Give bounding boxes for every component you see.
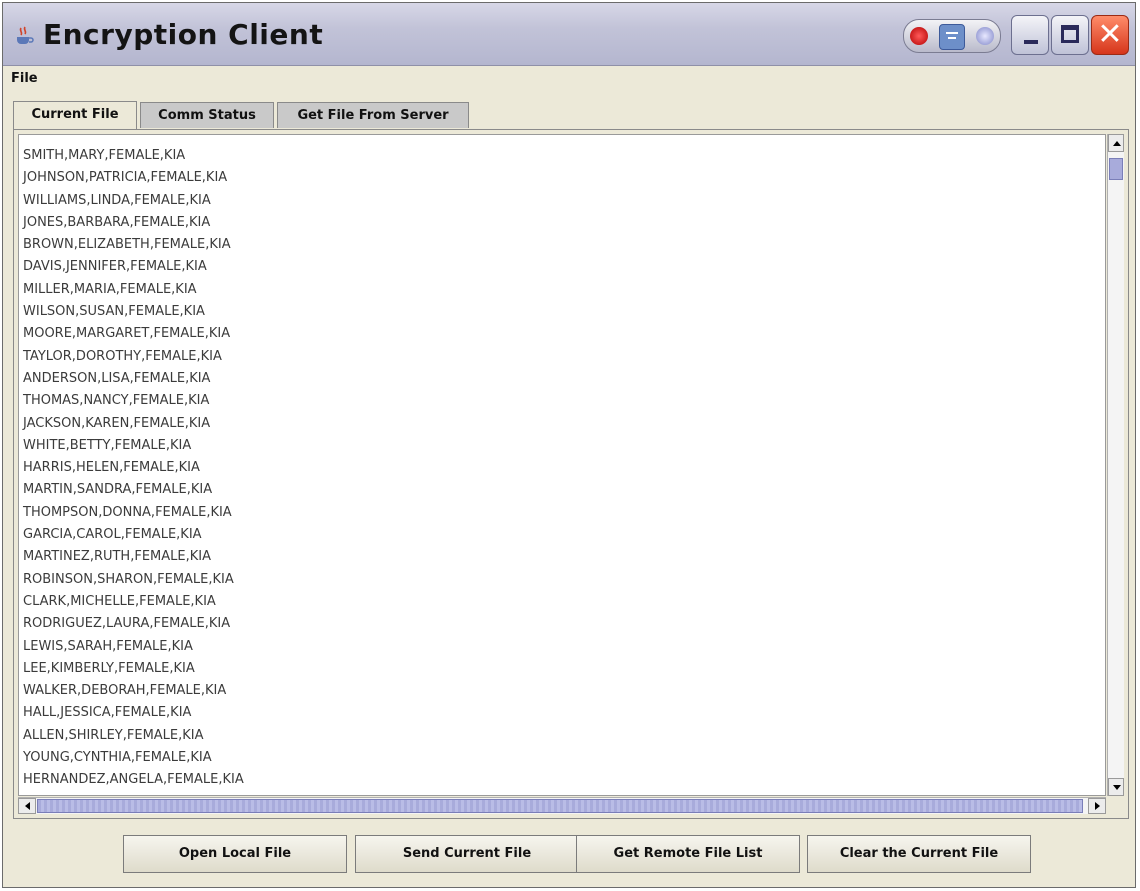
scroll-up-icon[interactable]: [1108, 134, 1124, 152]
file-line: WILSON,SUSAN,FEMALE,KIA: [23, 304, 205, 320]
window-title: Encryption Client: [43, 18, 324, 51]
file-line: WHITE,BETTY,FEMALE,KIA: [23, 437, 192, 453]
title-bar[interactable]: Encryption Client ✕: [3, 3, 1135, 66]
file-line: DAVIS,JENNIFER,FEMALE,KIA: [23, 259, 207, 275]
app-window: Encryption Client ✕ File Current File Co…: [2, 2, 1136, 888]
scroll-left-icon[interactable]: [18, 798, 36, 814]
horizontal-scroll-thumb[interactable]: [37, 799, 1083, 813]
file-line: CLARK,MICHELLE,FEMALE,KIA: [23, 593, 216, 609]
file-line: THOMAS,NANCY,FEMALE,KIA: [23, 393, 210, 409]
file-line: MARTINEZ,RUTH,FEMALE,KIA: [23, 549, 211, 565]
file-line: TAYLOR,DOROTHY,FEMALE,KIA: [23, 348, 222, 364]
file-line: YOUNG,CYNTHIA,FEMALE,KIA: [23, 750, 212, 766]
action-button-bar: Open Local File Send Current File Get Re…: [3, 825, 1135, 875]
scroll-down-icon[interactable]: [1108, 778, 1124, 796]
scroll-right-icon[interactable]: [1088, 798, 1106, 814]
toggle-icon: [976, 27, 994, 45]
menu-icon: [939, 24, 965, 50]
file-line: MOORE,MARGARET,FEMALE,KIA: [23, 326, 231, 342]
maximize-icon: [1061, 25, 1079, 43]
java-cup-icon: [17, 26, 34, 44]
file-line: JACKSON,KAREN,FEMALE,KIA: [23, 415, 211, 431]
file-line: ROBINSON,SHARON,FEMALE,KIA: [23, 571, 234, 587]
file-line: ALLEN,SHIRLEY,FEMALE,KIA: [23, 727, 204, 743]
close-button[interactable]: ✕: [1091, 15, 1129, 55]
minimize-button[interactable]: [1011, 15, 1049, 55]
file-line: HERNANDEZ,ANGELA,FEMALE,KIA: [23, 772, 244, 788]
file-line: RODRIGUEZ,LAURA,FEMALE,KIA: [23, 616, 231, 632]
maximize-button[interactable]: [1051, 15, 1089, 55]
horizontal-scrollbar[interactable]: [18, 797, 1106, 814]
tab-current-file[interactable]: Current File: [13, 101, 137, 129]
file-line: LEWIS,SARAH,FEMALE,KIA: [23, 638, 193, 654]
file-line: MARTIN,SANDRA,FEMALE,KIA: [23, 482, 213, 498]
send-current-file-button[interactable]: Send Current File: [355, 835, 579, 873]
vertical-scroll-thumb[interactable]: [1109, 158, 1123, 180]
tab-comm-status[interactable]: Comm Status: [140, 102, 274, 128]
file-line: JOHNSON,PATRICIA,FEMALE,KIA: [23, 170, 228, 186]
file-line: HARRIS,HELEN,FEMALE,KIA: [23, 460, 200, 476]
file-line: WILLIAMS,LINDA,FEMALE,KIA: [23, 192, 211, 208]
close-icon: ✕: [1097, 17, 1123, 52]
file-line: BROWN,ELIZABETH,FEMALE,KIA: [23, 237, 231, 253]
tab-get-file-from-server[interactable]: Get File From Server: [277, 102, 469, 128]
file-line: THOMPSON,DONNA,FEMALE,KIA: [23, 504, 232, 520]
file-line: GARCIA,CAROL,FEMALE,KIA: [23, 527, 202, 543]
file-line: HALL,JESSICA,FEMALE,KIA: [23, 705, 192, 721]
file-line: ANDERSON,LISA,FEMALE,KIA: [23, 370, 211, 386]
file-content-textarea[interactable]: SMITH,MARY,FEMALE,KIA JOHNSON,PATRICIA,FE…: [18, 134, 1106, 796]
file-line: SMITH,MARY,FEMALE,KIA: [23, 148, 186, 163]
file-lines: SMITH,MARY,FEMALE,KIA JOHNSON,PATRICIA,FE…: [23, 145, 244, 792]
minimize-icon: [1024, 40, 1038, 44]
clear-current-file-button[interactable]: Clear the Current File: [807, 835, 1031, 873]
get-remote-file-list-button[interactable]: Get Remote File List: [576, 835, 800, 873]
menu-file[interactable]: File: [11, 71, 38, 86]
file-line: LEE,KIMBERLY,FEMALE,KIA: [23, 660, 195, 676]
menu-bar: File: [3, 66, 1135, 94]
file-line: WALKER,DEBORAH,FEMALE,KIA: [23, 683, 227, 699]
window-decoration-pill[interactable]: [903, 19, 1001, 53]
file-line: MILLER,MARIA,FEMALE,KIA: [23, 281, 197, 297]
current-file-panel: SMITH,MARY,FEMALE,KIA JOHNSON,PATRICIA,FE…: [13, 129, 1129, 819]
record-icon: [910, 27, 928, 45]
file-line: JONES,BARBARA,FEMALE,KIA: [23, 214, 211, 230]
open-local-file-button[interactable]: Open Local File: [123, 835, 347, 873]
vertical-scrollbar[interactable]: [1107, 134, 1124, 796]
